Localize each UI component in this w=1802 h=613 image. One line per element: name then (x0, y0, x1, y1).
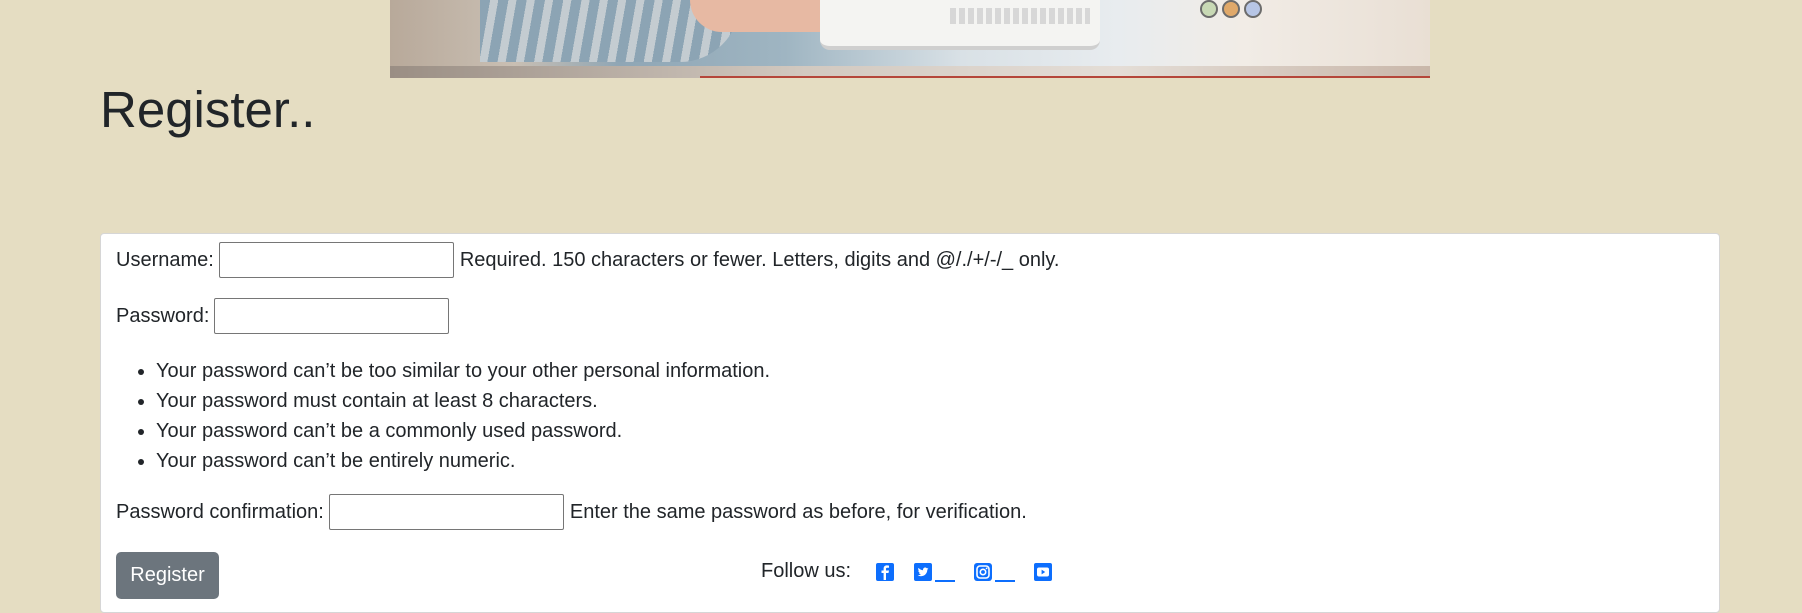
username-help-text: Required. 150 characters or fewer. Lette… (459, 248, 1060, 271)
username-row: Username: Required. 150 characters or fe… (116, 242, 1060, 278)
link-underline (935, 579, 956, 582)
social-links (875, 562, 1071, 582)
list-item: Your password can’t be entirely numeric. (156, 446, 770, 476)
facebook-icon (876, 562, 895, 581)
list-item: Your password can’t be too similar to yo… (156, 356, 770, 386)
list-item: Your password must contain at least 8 ch… (156, 386, 770, 416)
youtube-icon (1034, 562, 1053, 581)
banner-laptop (820, 0, 1100, 50)
register-form-card: Username: Required. 150 characters or fe… (100, 233, 1720, 613)
password-confirmation-help-text: Enter the same password as before, for v… (569, 500, 1027, 523)
follow-us-label: Follow us: (761, 560, 852, 582)
badge-icon (1222, 0, 1240, 18)
header-banner-image (390, 0, 1430, 78)
username-input[interactable] (218, 242, 454, 278)
password-row: Password: (116, 298, 450, 334)
page-title: Register.. (100, 81, 316, 138)
username-label: Username: (116, 248, 214, 271)
register-button[interactable]: Register (116, 552, 219, 599)
instagram-link[interactable] (973, 562, 1016, 582)
password-rules-list: Your password can’t be too similar to yo… (116, 356, 770, 476)
banner-badges (1200, 0, 1262, 18)
link-underline (995, 579, 1016, 582)
badge-icon (1244, 0, 1262, 18)
password-input[interactable] (214, 298, 450, 334)
password-confirmation-row: Password confirmation: Enter the same pa… (116, 494, 1027, 530)
list-item: Your password can’t be a commonly used p… (156, 416, 770, 446)
youtube-link[interactable] (1033, 562, 1053, 582)
badge-icon (1200, 0, 1218, 18)
instagram-icon (974, 562, 993, 581)
twitter-link[interactable] (913, 562, 956, 582)
password-confirmation-label: Password confirmation: (116, 500, 324, 523)
twitter-icon (914, 562, 933, 581)
follow-us: Follow us: (761, 560, 1071, 583)
facebook-link[interactable] (875, 562, 895, 582)
banner-edge (700, 76, 1430, 78)
password-label: Password: (116, 304, 210, 327)
password-confirmation-input[interactable] (328, 494, 564, 530)
